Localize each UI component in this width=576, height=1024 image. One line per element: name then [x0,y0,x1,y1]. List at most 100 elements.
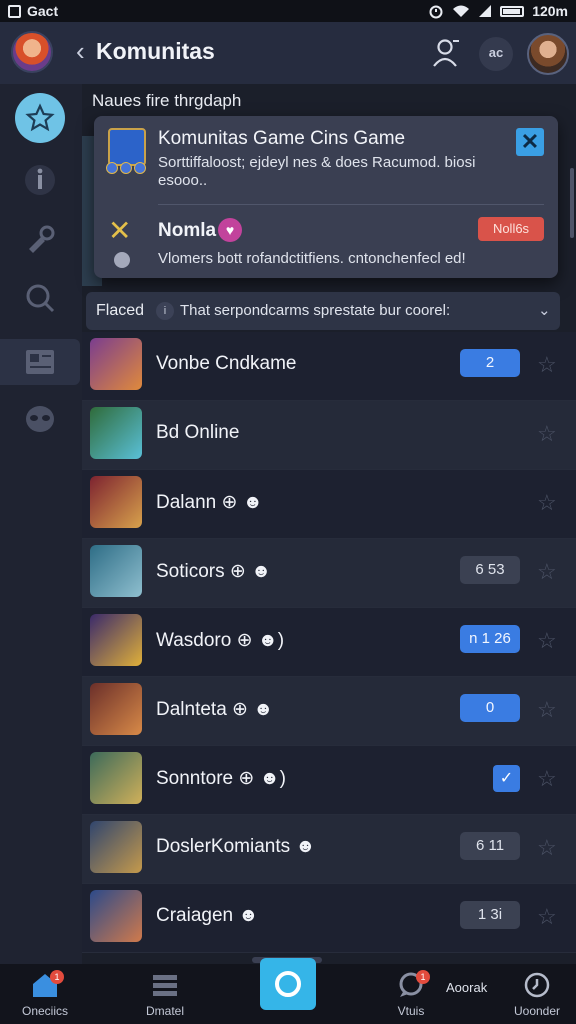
count-badge[interactable]: 2 [460,349,520,377]
add-person-icon[interactable] [432,38,460,68]
nav-label: Uoonder [513,1004,561,1018]
nav-item-chat[interactable]: 1 Vtuis [366,964,456,1024]
game-row[interactable]: Dalnteta ⊕ ☻ 0 ☆ [82,677,576,746]
main-content: Naues fire thrgdaph Komunitas Game Cins … [82,84,576,964]
count-badge[interactable]: 1 3i [460,901,520,929]
game-thumbnail [90,890,142,942]
crossed-swords-icon: ✕ [108,215,132,246]
count-badge[interactable]: 6 53 [460,556,520,584]
game-name: Vonbe Cndkame [156,353,297,374]
search-icon [26,284,55,313]
close-button[interactable]: ✕ [516,128,544,156]
reaction-dot-icon [120,162,132,174]
game-logo-icon [108,128,146,166]
user-small-icon [114,252,130,268]
star-icon[interactable]: ☆ [537,490,557,516]
nav-item-home[interactable]: 1 Oneciics [0,964,90,1024]
star-icon[interactable]: ☆ [537,628,557,654]
game-name: Craiagen ☻ [156,905,259,926]
nav-item-deck[interactable]: Dmatel [120,964,210,1024]
bottom-navigation: 1 Oneciics Dmatel 1 Vtuis Aoorak Uoonder [0,958,576,1024]
star-icon[interactable]: ☆ [537,766,557,792]
sidebar [0,84,82,964]
deck-icon [153,975,177,996]
notification-badge: 1 [50,970,64,984]
game-thumbnail [90,476,142,528]
info-icon [25,165,55,195]
status-time: 120m [532,3,568,19]
reaction-dot-icon [106,162,118,174]
sidebar-item-search[interactable] [18,276,62,320]
count-badge[interactable]: 6 11 [460,832,520,860]
filter-label: Flaced [96,302,145,319]
game-thumbnail [90,821,142,873]
game-row[interactable]: DoslerKomiants ☻ 6 11 ☆ [82,815,576,884]
reaction-icons [106,162,146,176]
game-row[interactable]: Sonntore ⊕ ☻) ✓ ☆ [82,746,576,815]
nav-label: Dmatel [145,1004,184,1018]
alarm-icon [429,5,443,19]
game-row[interactable]: Bd Online ☆ [82,401,576,470]
battery-icon [500,5,525,17]
game-name: Dalnteta ⊕ ☻ [156,699,274,720]
wifi-icon [453,5,470,17]
star-icon[interactable]: ☆ [537,835,557,861]
star-icon[interactable]: ☆ [537,352,557,378]
count-badge[interactable]: n 1 26 [460,625,520,653]
back-chevron-icon[interactable]: ‹ [76,36,85,67]
count-badge[interactable]: 0 [460,694,520,722]
popup-footer-text: Vlomers bott rofandctitfiens. cntonchenf… [158,250,466,267]
sidebar-item-alien[interactable] [18,398,62,442]
newspaper-icon [26,350,54,374]
notification-icon [8,4,21,18]
nav-item-profile[interactable]: Uoonder [492,964,576,1024]
game-row[interactable]: Dalann ⊕ ☻ ☆ [82,470,576,539]
profile-avatar[interactable] [527,33,569,75]
game-row[interactable]: Wasdoro ⊕ ☻) n 1 26 ☆ [82,608,576,677]
top-header: ‹ Komunitas ac [0,22,576,84]
star-icon[interactable]: ☆ [537,697,557,723]
game-row[interactable]: Soticors ⊕ ☻ 6 53 ☆ [82,539,576,608]
info-icon: i [156,302,174,320]
game-name: Wasdoro ⊕ ☻) [156,630,285,651]
heart-icon: ♥ [218,218,242,242]
star-icon[interactable]: ☆ [537,904,557,930]
star-badge-icon [25,103,55,132]
page-title: Komunitas [96,38,215,64]
user-avatar[interactable] [11,31,53,73]
more-button[interactable]: ac [479,37,513,71]
status-carrier: Gact [27,3,59,19]
checkmark-icon[interactable]: ✓ [493,765,520,792]
star-icon[interactable]: ☆ [537,559,557,585]
status-badge[interactable]: Noll6s [478,217,544,241]
status-bar: Gact 120m [0,0,576,22]
game-thumbnail [90,614,142,666]
game-row[interactable]: Craiagen ☻ 1 3i ☆ [82,884,576,953]
popup-title: Komunitas Game Cins Game [158,128,406,149]
tools-icon [29,225,55,253]
game-name: DoslerKomiants ☻ [156,836,316,857]
nav-label: Oneciics [21,1004,68,1018]
game-name: Sonntore ⊕ ☻) [156,768,286,789]
filter-description: That serpondcarms sprestate bur coorel: [180,302,451,319]
game-thumbnail [90,338,142,390]
game-row[interactable]: Vonbe Cndkame 2 ☆ [82,332,576,401]
app-screen: Gact 120m ‹ Komunitas ac Naues fire thrg… [0,0,576,1024]
sidebar-item-tools[interactable] [18,218,62,262]
chevron-down-icon: ⌄ [538,302,551,319]
game-name: Dalann ⊕ ☻ [156,492,263,513]
game-thumbnail [90,683,142,735]
nav-extra-label: Aoorak [446,980,488,995]
reaction-dot-icon [134,162,146,174]
scrollbar[interactable] [570,168,574,238]
game-name: Bd Online [156,422,240,443]
popup-description: Sorttiffaloost; ejdeyl nes & does Racumo… [158,154,476,189]
center-action-button[interactable] [260,958,316,1010]
sidebar-item-info[interactable] [18,158,62,202]
sidebar-item-favorites[interactable] [15,93,65,143]
star-icon[interactable]: ☆ [537,421,557,447]
sidebar-item-news[interactable] [18,340,62,384]
game-name: Soticors ⊕ ☻ [156,561,272,582]
filter-dropdown[interactable]: Flaced i That serpondcarms sprestate bur… [86,292,560,330]
popup-user-name[interactable]: Nomla [158,220,216,242]
